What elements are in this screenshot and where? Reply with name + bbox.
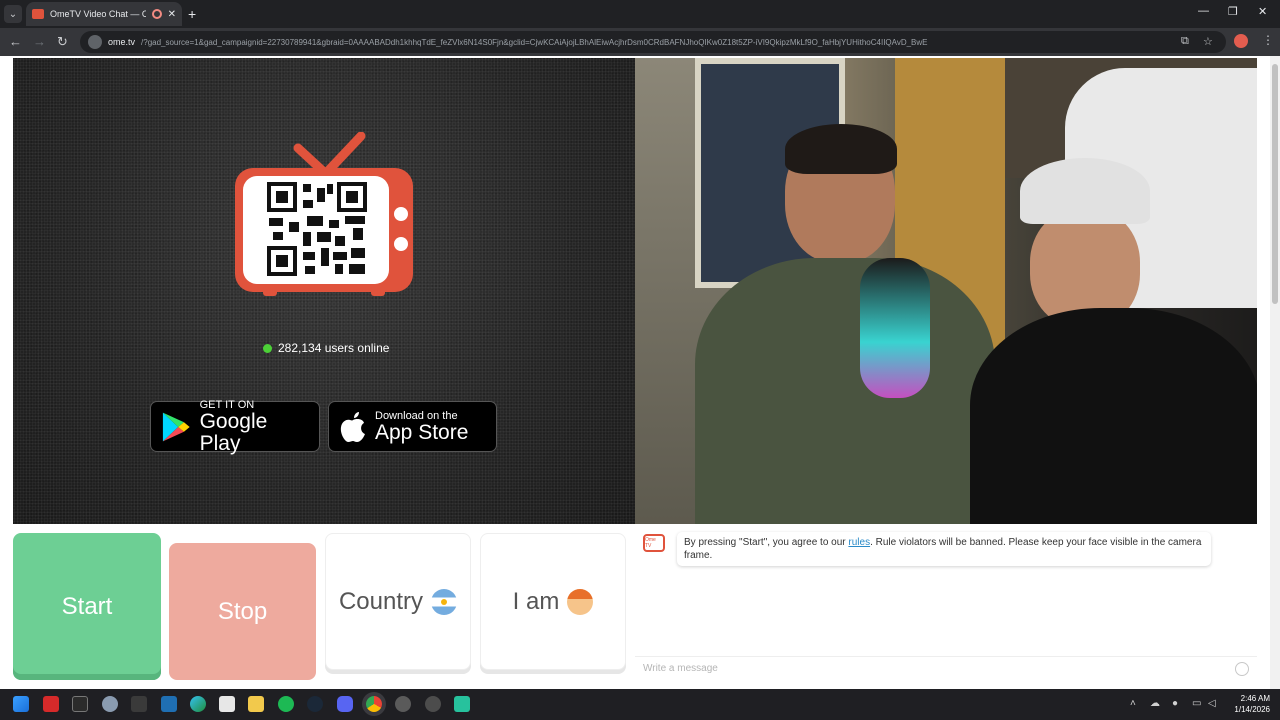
clock-date: 1/14/2026 bbox=[1234, 705, 1270, 714]
utility-app-icon[interactable] bbox=[454, 696, 470, 712]
page-scrollbar[interactable] bbox=[1270, 56, 1280, 689]
minimize-button[interactable]: — bbox=[1198, 5, 1209, 17]
new-tab-button[interactable]: + bbox=[188, 6, 196, 22]
edge-browser-icon[interactable] bbox=[190, 696, 206, 712]
tab-close-button[interactable]: ✕ bbox=[168, 9, 176, 20]
bookmark-star-icon[interactable]: ☆ bbox=[1203, 35, 1213, 48]
url-host: ome.tv bbox=[108, 37, 136, 47]
online-status-dot-icon bbox=[263, 343, 272, 353]
tab-search-button[interactable]: ⌄ bbox=[4, 5, 22, 23]
steam-icon[interactable] bbox=[307, 696, 323, 712]
maximize-button[interactable]: ❐ bbox=[1228, 5, 1238, 18]
windows-start-icon[interactable] bbox=[13, 696, 29, 712]
boy-face-icon bbox=[567, 588, 594, 615]
site-info-icon[interactable] bbox=[88, 35, 102, 49]
system-message-text-start: By pressing "Start", you agree to our bbox=[684, 537, 849, 548]
microphone-icon[interactable]: ● bbox=[1172, 698, 1178, 709]
video-person-left-shirt bbox=[695, 258, 995, 524]
chat-input-bar bbox=[635, 656, 1257, 680]
country-button[interactable]: Country bbox=[325, 533, 471, 670]
cloud-sync-icon[interactable]: ☁ bbox=[1150, 698, 1160, 709]
browser-toolbar: ← → ↻ ome.tv /?gad_source=1&gad_campaign… bbox=[0, 28, 1280, 56]
profile-avatar[interactable] bbox=[1234, 34, 1248, 48]
spotify-icon[interactable] bbox=[278, 696, 294, 712]
iam-label: I am bbox=[512, 587, 560, 615]
chrome-icon[interactable] bbox=[366, 696, 382, 712]
rules-link[interactable]: rules bbox=[848, 537, 870, 548]
clock-time: 2:46 AM bbox=[1240, 694, 1270, 703]
tray-overflow-icon[interactable]: ˄ bbox=[1130, 698, 1136, 709]
vpn-app-icon[interactable] bbox=[161, 696, 177, 712]
tab-title: OmeTV Video Chat — Ome bbox=[50, 9, 146, 19]
ometv-page: 282,134 users online GET IT ON Google Pl… bbox=[0, 56, 1280, 689]
url-path: /?gad_source=1&gad_campaignid=2273078994… bbox=[141, 37, 928, 47]
game-bar-icon[interactable] bbox=[72, 696, 88, 712]
apple-logo-icon bbox=[340, 411, 365, 442]
ometv-favicon-icon bbox=[32, 9, 44, 19]
window-close-button[interactable]: ✕ bbox=[1258, 5, 1267, 18]
partner-placeholder-panel: 282,134 users online GET IT ON Google Pl… bbox=[13, 58, 635, 524]
reload-icon[interactable]: ↻ bbox=[57, 34, 68, 50]
users-online-text: 282,134 users online bbox=[278, 341, 390, 355]
emoji-icon[interactable] bbox=[1235, 661, 1249, 676]
back-arrow-icon[interactable]: ← bbox=[9, 34, 22, 49]
users-online-indicator: 282,134 users online bbox=[263, 341, 389, 355]
discord-icon[interactable] bbox=[337, 696, 353, 712]
volume-icon[interactable]: ◁ bbox=[1208, 698, 1216, 709]
google-play-icon bbox=[162, 412, 190, 441]
app-store-small-text: Download on the bbox=[375, 409, 458, 422]
argentina-flag-icon bbox=[431, 588, 458, 615]
browser-menu-icon[interactable]: ⋮ bbox=[1262, 33, 1274, 47]
scrollbar-thumb[interactable] bbox=[1272, 64, 1278, 304]
system-app-icon[interactable] bbox=[425, 696, 441, 712]
country-label: Country bbox=[338, 587, 424, 615]
google-play-small-text: GET IT ON bbox=[199, 398, 255, 411]
forward-arrow-icon[interactable]: → bbox=[33, 34, 46, 49]
address-bar[interactable]: ome.tv /?gad_source=1&gad_campaignid=227… bbox=[80, 31, 1226, 53]
ometv-chat-avatar-icon: Ome TV bbox=[643, 534, 665, 552]
message-input[interactable] bbox=[643, 663, 1235, 674]
tab-strip: ⌄ OmeTV Video Chat — Ome ✕ + — ❐ ✕ bbox=[0, 0, 1280, 28]
video-microphone bbox=[860, 258, 930, 398]
browser-tab[interactable]: OmeTV Video Chat — Ome ✕ bbox=[26, 2, 182, 26]
install-app-icon[interactable]: ⧉ bbox=[1181, 35, 1189, 48]
ometv-qr-logo-icon bbox=[235, 132, 413, 296]
microsoft-store-icon[interactable] bbox=[219, 696, 235, 712]
chat-panel: Ome TV By pressing "Start", you agree to… bbox=[635, 526, 1257, 684]
app-store-big-text: App Store bbox=[375, 420, 469, 444]
gender-button[interactable]: I am bbox=[480, 533, 626, 670]
app-store-badge[interactable]: Download on the App Store bbox=[328, 401, 497, 452]
taskbar-clock[interactable]: 2:46 AM 1/14/2026 bbox=[1224, 693, 1270, 715]
media-app-icon[interactable] bbox=[395, 696, 411, 712]
video-person-right-cap bbox=[1020, 158, 1150, 224]
google-play-badge[interactable]: GET IT ON Google Play bbox=[150, 398, 320, 455]
taskbar: ˄ ☁ ● ▭ ◁ 2:46 AM 1/14/2026 bbox=[0, 689, 1280, 720]
system-message: By pressing "Start", you agree to our ru… bbox=[677, 532, 1211, 566]
recording-indicator-icon bbox=[151, 9, 162, 19]
partner-video bbox=[635, 58, 1257, 524]
video-person-right-shirt bbox=[970, 308, 1257, 524]
display-icon[interactable]: ▭ bbox=[1192, 698, 1201, 709]
amd-software-icon[interactable] bbox=[43, 696, 59, 712]
google-play-big-text: Google Play bbox=[199, 409, 268, 455]
start-button[interactable]: Start bbox=[13, 533, 161, 680]
video-person-left-hair bbox=[785, 124, 897, 174]
stop-button[interactable]: Stop bbox=[169, 543, 316, 680]
settings-gear-icon[interactable] bbox=[102, 696, 118, 712]
file-explorer-icon[interactable] bbox=[248, 696, 264, 712]
epic-games-icon[interactable] bbox=[131, 696, 147, 712]
